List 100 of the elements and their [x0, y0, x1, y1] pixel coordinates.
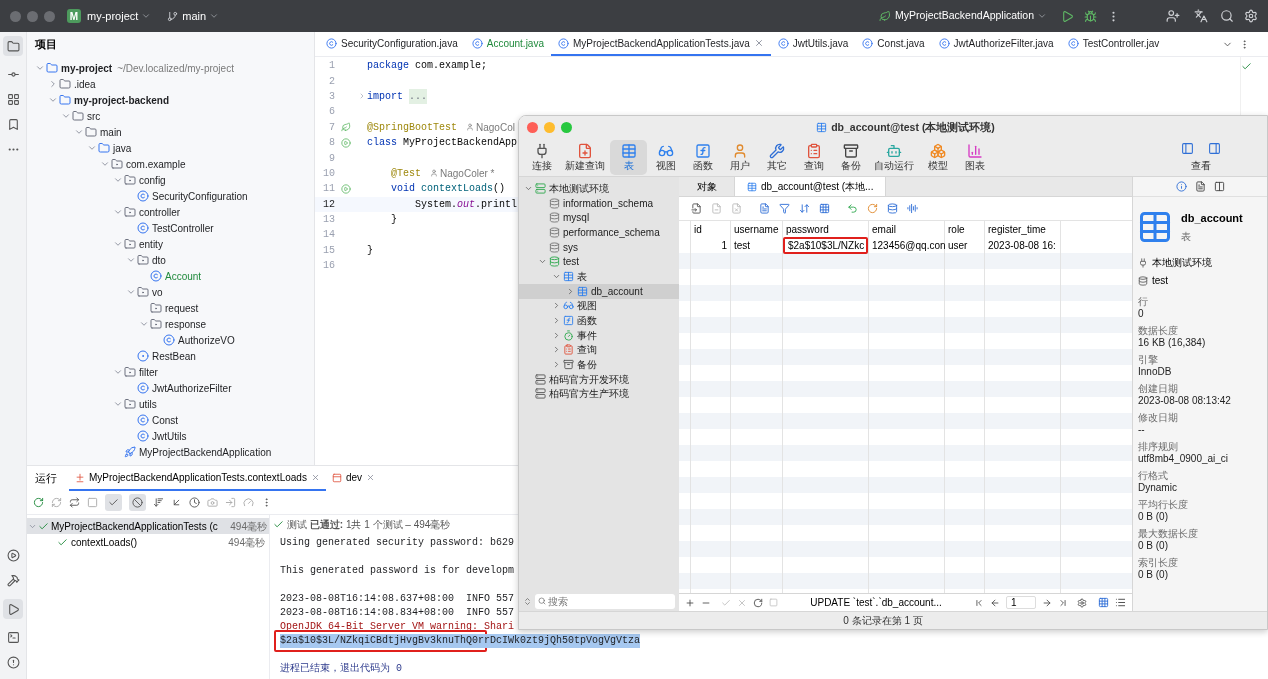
toolbar-button[interactable]: 其它 — [758, 140, 795, 175]
tree-row[interactable]: 事件 — [519, 327, 679, 343]
test-tree-item[interactable]: contextLoads() 494毫秒 — [27, 534, 269, 550]
cancel-icon[interactable] — [737, 597, 747, 608]
tree-item[interactable]: JwtUtils — [152, 428, 187, 444]
tree-row[interactable]: sys — [519, 239, 679, 255]
last-page-icon[interactable] — [1058, 597, 1068, 608]
close-window-button[interactable] — [527, 122, 538, 133]
zoom-window-button[interactable] — [561, 122, 572, 133]
show-ignored-toggle[interactable] — [129, 494, 146, 511]
panel-left-icon[interactable] — [1181, 142, 1194, 155]
tree-item[interactable]: AuthorizeVO — [178, 332, 235, 348]
hammer-icon[interactable] — [6, 574, 20, 587]
tree-item[interactable]: entity — [139, 236, 163, 252]
tree-row[interactable]: 查询 — [519, 342, 679, 358]
toolbar-button[interactable]: 图表 — [956, 140, 993, 175]
add-user-icon[interactable] — [1166, 9, 1180, 23]
bookmark-icon[interactable] — [6, 118, 20, 131]
list-view-icon[interactable] — [1115, 597, 1126, 608]
search-field[interactable]: 搜索 — [535, 593, 675, 609]
alert-icon[interactable] — [6, 656, 20, 669]
tree-item[interactable]: java — [113, 140, 132, 156]
check-icon[interactable] — [721, 597, 731, 608]
first-page-icon[interactable] — [974, 597, 984, 608]
toolbar-button[interactable]: 查询 — [795, 140, 832, 175]
tree-item[interactable]: main — [100, 124, 122, 140]
previous-page-icon[interactable] — [990, 597, 1000, 608]
sort-icon[interactable] — [153, 497, 164, 508]
stop-icon[interactable] — [87, 497, 98, 508]
toolbar-button[interactable]: 模型 — [919, 140, 956, 175]
chevron-down-icon[interactable] — [34, 63, 45, 73]
editor-tab[interactable]: JwtAuthorizeFilter.java — [931, 32, 1061, 56]
editor-tab[interactable]: TestController.jav — [1060, 32, 1167, 56]
arrow-icon[interactable] — [171, 497, 182, 508]
toolbar-button[interactable]: 连接 — [523, 140, 560, 175]
chevron-right-icon[interactable] — [552, 345, 561, 355]
play-circle-icon[interactable] — [6, 549, 20, 562]
tree-item[interactable]: Const — [152, 412, 179, 428]
window-control[interactable] — [10, 10, 21, 22]
toolbar-button[interactable]: 函数 — [684, 140, 721, 175]
rotate-icon[interactable] — [867, 203, 878, 214]
repeat-icon[interactable] — [69, 497, 80, 508]
document-icon[interactable] — [691, 203, 702, 214]
tree-item[interactable]: RestBean — [152, 348, 196, 364]
editor-tab[interactable]: JwtUtils.java — [770, 32, 856, 56]
run-tool-button[interactable] — [3, 599, 23, 619]
tree-item[interactable]: request — [165, 300, 199, 316]
camera-icon[interactable] — [207, 497, 218, 508]
tree-item[interactable]: MyProjectBackendApplication — [139, 444, 272, 460]
chevron-down-icon[interactable] — [86, 143, 97, 153]
toolbar-button[interactable]: 自动运行 — [869, 140, 919, 175]
chevron-right-icon[interactable] — [552, 301, 561, 311]
database-icon[interactable] — [887, 203, 898, 214]
tree-row[interactable]: performance_schema — [519, 225, 679, 240]
tree-item[interactable]: my-project-backend — [74, 92, 170, 108]
chevron-down-icon[interactable] — [47, 95, 58, 105]
filter-icon[interactable] — [779, 203, 790, 214]
show-passed-toggle[interactable] — [105, 494, 122, 511]
object-tab[interactable]: db_account@test (本地... — [735, 177, 887, 196]
sort-icon[interactable] — [523, 596, 532, 606]
panel-right-icon[interactable] — [1208, 142, 1221, 155]
tree-item[interactable]: controller — [139, 204, 181, 220]
tree-row[interactable]: 表 — [519, 269, 679, 284]
tree-row[interactable]: information_schema — [519, 195, 679, 211]
close-icon[interactable] — [310, 473, 320, 482]
chevron-down-icon[interactable] — [125, 255, 136, 265]
tree-item[interactable]: dto — [152, 252, 166, 268]
tree-row[interactable]: 本地测试环境 — [519, 181, 679, 196]
tree-row[interactable]: test — [519, 254, 679, 270]
editor-tab[interactable]: MyProjectBackendApplicationTests.java — [551, 32, 771, 56]
columns-icon[interactable] — [1213, 181, 1225, 192]
clock-icon[interactable] — [189, 497, 200, 508]
grid-view-icon[interactable] — [1098, 597, 1109, 608]
tree-item[interactable]: JwtAuthorizeFilter — [152, 380, 232, 396]
editor-tab[interactable]: Const.java — [855, 32, 932, 56]
project-switcher[interactable]: my-project — [87, 7, 152, 25]
grid-icon[interactable] — [6, 93, 20, 106]
run-tab[interactable]: MyProjectBackendApplicationTests.contextLoads — [69, 466, 326, 491]
test-tree-item[interactable]: MyProjectBackendApplicationTests (c 494毫秒 — [27, 518, 269, 534]
run-icon[interactable] — [341, 137, 351, 148]
login-icon[interactable] — [225, 497, 236, 508]
window-control[interactable] — [27, 10, 38, 22]
chevron-down-icon[interactable] — [112, 175, 123, 185]
run-tab[interactable]: dev — [325, 466, 382, 491]
window-control[interactable] — [44, 10, 55, 22]
search-icon[interactable] — [1220, 9, 1234, 23]
project-tool-button[interactable] — [3, 36, 23, 56]
chevron-down-icon[interactable] — [112, 367, 123, 377]
toolbar-button[interactable]: 备份 — [832, 140, 869, 175]
refresh-icon[interactable] — [51, 497, 62, 508]
waveform-icon[interactable] — [907, 203, 918, 214]
toolbar-button[interactable]: 用户 — [721, 140, 758, 175]
close-icon[interactable] — [753, 38, 764, 48]
toolbar-button[interactable]: 表 — [610, 140, 647, 175]
tree-item[interactable]: config — [139, 172, 166, 188]
chevron-right-icon[interactable] — [552, 360, 561, 370]
gauge-icon[interactable] — [243, 497, 254, 508]
tree-item[interactable]: src — [87, 108, 101, 124]
refresh-icon[interactable] — [753, 597, 763, 608]
branch-switcher[interactable]: main — [182, 7, 220, 25]
